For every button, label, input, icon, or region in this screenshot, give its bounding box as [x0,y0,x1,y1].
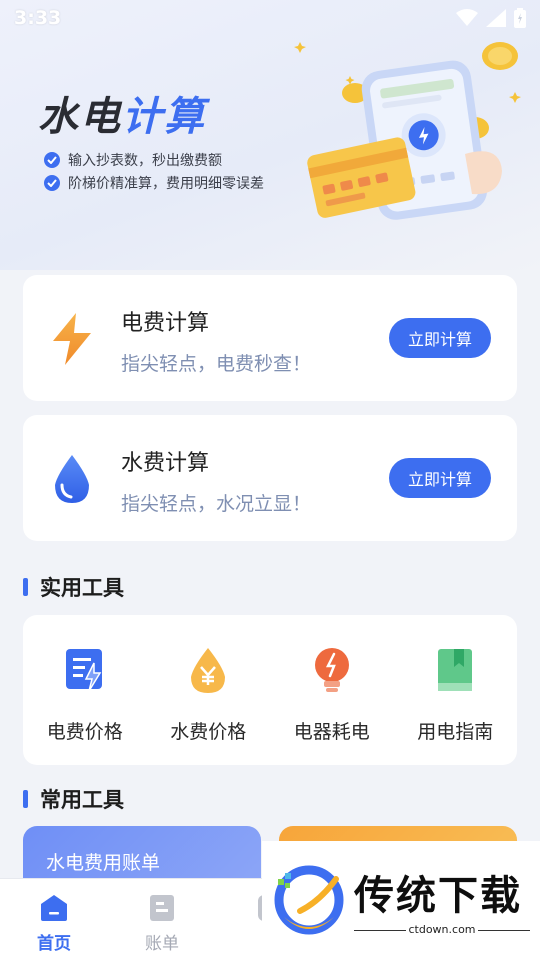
hero-feature-1: 输入抄表数，秒出缴费额 [44,150,222,170]
watermark-name: 传统下载 [354,873,522,919]
hero-feature-text: 阶梯价精准算，费用明细零误差 [68,176,264,192]
practical-tools-title: 实用工具 [40,576,124,600]
tool-appliance-consumption[interactable]: 电器耗电 [270,615,394,765]
common-tools-heading: 常用工具 [23,784,124,814]
utility-bill-label: 水电费用账单 [46,852,161,874]
tab-home[interactable]: 首页 [0,879,108,960]
watermark-overlay: 传统下载 ctdown.com [262,841,540,960]
electric-bill-icon [65,649,102,692]
practical-tools-heading: 实用工具 [23,572,124,602]
tool-water-price[interactable]: 水费价格 [147,615,271,765]
hero-feature-2: 阶梯价精准算，费用明细零误差 [44,173,264,193]
tool-label: 水费价格 [170,721,247,743]
hero-title-part1: 水电 [38,94,122,140]
tool-electricity-guide[interactable]: 用电指南 [394,615,518,765]
hero-title-part2: 计算 [122,94,206,140]
tool-label: 电器耗电 [293,721,370,743]
status-bar: 3:33 [0,0,540,36]
guide-book-icon [438,649,473,691]
water-calculate-button[interactable]: 立即计算 [389,458,491,498]
section-marker [23,578,28,596]
electric-calculate-button[interactable]: 立即计算 [389,318,491,358]
check-icon [44,175,60,191]
hero-feature-text: 输入抄表数，秒出缴费额 [68,153,222,169]
tool-label: 电费价格 [46,721,123,743]
water-yen-icon [191,648,226,693]
tab-bills[interactable]: 账单 [108,879,216,960]
watermark-url: ctdown.com [408,923,476,936]
tool-label: 用电指南 [417,721,494,743]
common-tools-title: 常用工具 [40,788,124,812]
section-marker [23,790,28,808]
water-calc-title: 水费计算 [121,451,210,476]
home-icon [41,895,67,921]
hero-banner: 3:33 水电计算 输入抄表数，秒出缴费额 阶梯价精准算，费用明细零误差 [0,0,540,270]
practical-tools-card: 电费价格 水费价格 电器耗电 用电指南 [23,615,517,765]
wifi-icon [456,9,478,26]
tool-electric-price[interactable]: 电费价格 [23,615,147,765]
tab-bills-label: 账单 [145,934,179,954]
electric-calc-title: 电费计算 [121,311,210,336]
water-drop-icon [55,455,89,503]
bulb-icon [314,648,349,692]
signal-icon [486,9,506,27]
electric-calc-subtitle: 指尖轻点，电费秒查！ [121,353,312,375]
hero-title: 水电计算 [38,84,206,142]
status-icons [456,8,526,28]
water-calc-subtitle: 指尖轻点，水况立显！ [121,493,312,515]
electric-calc-card[interactable]: 电费计算 指尖轻点，电费秒查！ 立即计算 [23,275,517,401]
battery-icon [514,8,526,28]
check-icon [44,152,60,168]
watermark-logo [274,865,344,935]
lightning-icon [53,313,91,365]
phone-card-illustration [294,42,521,220]
status-time: 3:33 [14,7,62,29]
bill-icon [150,895,174,921]
water-calc-card[interactable]: 水费计算 指尖轻点，水况立显！ 立即计算 [23,415,517,541]
tab-home-label: 首页 [37,934,71,954]
